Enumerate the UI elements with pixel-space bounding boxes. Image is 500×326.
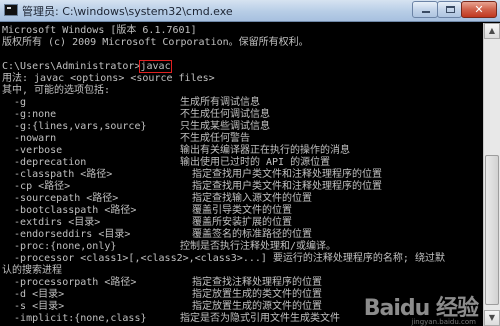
option-description: 指定查找用户类文件和注释处理程序的位置 <box>180 181 383 192</box>
option-flag: -cp <路径> <box>2 181 71 192</box>
usage-line: 用法: javac <options> <source files> <box>2 73 215 84</box>
option-flag: -s <目录> <box>2 301 65 312</box>
option-description: 只生成某些调试信息 <box>180 121 270 132</box>
typed-command: javac <box>139 60 172 73</box>
close-button[interactable]: ✕ <box>461 1 497 18</box>
option-flag: -d <目录> <box>2 289 65 300</box>
console-copyright-line: 版权所有 (c) 2009 Microsoft Corporation。保留所有… <box>2 37 309 48</box>
option-flag: -implicit:{none,class} <box>2 313 147 324</box>
window-title: 管理员: C:\windows\system32\cmd.exe <box>22 5 233 18</box>
option-row: -verbose 输出有关编译器正在执行的操作的消息 <box>2 145 483 157</box>
scroll-up-arrow-icon[interactable]: ▲ <box>484 23 500 39</box>
processor-option-line: -processor <class1>[,<class2>,<class3>..… <box>2 253 445 264</box>
option-description: 不生成任何警告 <box>180 133 250 144</box>
option-flag: -endorseddirs <目录> <box>2 229 131 240</box>
option-flag: -bootclasspath <路径> <box>2 205 137 216</box>
option-description: 生成所有调试信息 <box>180 97 260 108</box>
option-description: 输出使用已过时的 API 的源位置 <box>180 157 331 168</box>
maximize-button[interactable] <box>437 1 462 18</box>
option-flag: -deprecation <box>2 157 87 168</box>
option-flag: -classpath <路径> <box>2 169 113 180</box>
option-row: -proc:{none,only} 控制是否执行注释处理和/或编译。 <box>2 241 483 253</box>
cmd-window: 管理员: C:\windows\system32\cmd.exe ✕ Micro… <box>0 0 500 326</box>
option-flag: -nowarn <box>2 133 57 144</box>
prompt-line: C:\Users\Administrator>javac <box>2 60 483 73</box>
options-intro: 其中, 可能的选项包括: <box>2 85 111 96</box>
option-row: -extdirs <目录> 覆盖所安装扩展的位置 <box>2 217 483 229</box>
vertical-scrollbar[interactable]: ▲ ▼ <box>483 23 500 326</box>
option-description: 不生成任何调试信息 <box>180 109 270 120</box>
title-bar[interactable]: 管理员: C:\windows\system32\cmd.exe ✕ <box>0 0 500 22</box>
option-flag: -proc:{none,only} <box>2 241 117 252</box>
option-description: 指定查找注释处理程序的位置 <box>180 277 323 288</box>
maximize-icon <box>446 6 455 13</box>
minimize-button[interactable] <box>412 1 438 18</box>
option-row: -deprecation 输出使用已过时的 API 的源位置 <box>2 157 483 169</box>
option-description: 指定是否为隐式引用文件生成类文件 <box>180 313 340 324</box>
option-flag: -g <box>2 97 27 108</box>
scroll-down-arrow-icon[interactable]: ▼ <box>484 310 500 326</box>
option-row: -classpath <路径> 指定查找用户类文件和注释处理程序的位置 <box>2 169 483 181</box>
option-description: 控制是否执行注释处理和/或编译。 <box>180 241 337 252</box>
option-description: 覆盖签名的标准路径的位置 <box>180 229 313 240</box>
option-description: 指定放置生成的源文件的位置 <box>180 301 323 312</box>
console-header-line: Microsoft Windows [版本 6.1.7601] <box>2 25 197 36</box>
processor-option-continuation: 认的搜索进程 <box>2 265 62 276</box>
option-row: -nowarn 不生成任何警告 <box>2 133 483 145</box>
option-row: -sourcepath <路径> 指定查找输入源文件的位置 <box>2 193 483 205</box>
option-row: -g:none 不生成任何调试信息 <box>2 109 483 121</box>
option-row: -processorpath <路径> 指定查找注释处理程序的位置 <box>2 277 483 289</box>
option-flag: -extdirs <目录> <box>2 217 101 228</box>
minimize-icon <box>422 11 430 13</box>
close-icon: ✕ <box>474 3 484 16</box>
option-description: 指定放置生成的类文件的位置 <box>180 289 323 300</box>
console-output[interactable]: Microsoft Windows [版本 6.1.7601] 版权所有 (c)… <box>0 23 483 326</box>
option-row: -g:{lines,vars,source} 只生成某些调试信息 <box>2 121 483 133</box>
option-row: -cp <路径> 指定查找用户类文件和注释处理程序的位置 <box>2 181 483 193</box>
option-row: -g 生成所有调试信息 <box>2 97 483 109</box>
option-description: 覆盖引导类文件的位置 <box>180 205 293 216</box>
option-flag: -g:{lines,vars,source} <box>2 121 147 132</box>
option-flag: -processorpath <路径> <box>2 277 137 288</box>
prompt-path: C:\Users\Administrator> <box>2 61 141 72</box>
option-flag: -g:none <box>2 109 57 120</box>
option-description: 覆盖所安装扩展的位置 <box>180 217 293 228</box>
option-flag: -sourcepath <路径> <box>2 193 119 204</box>
option-row: -endorseddirs <目录> 覆盖签名的标准路径的位置 <box>2 229 483 241</box>
option-flag: -verbose <box>2 145 63 156</box>
option-description: 指定查找用户类文件和注释处理程序的位置 <box>180 169 383 180</box>
baidu-watermark-url: jingyan.baidu.com <box>411 318 476 326</box>
option-row: -bootclasspath <路径> 覆盖引导类文件的位置 <box>2 205 483 217</box>
scrollbar-thumb[interactable] <box>485 155 499 305</box>
cmd-icon <box>4 4 18 16</box>
option-description: 指定查找输入源文件的位置 <box>180 193 313 204</box>
option-description: 输出有关编译器正在执行的操作的消息 <box>180 145 350 156</box>
